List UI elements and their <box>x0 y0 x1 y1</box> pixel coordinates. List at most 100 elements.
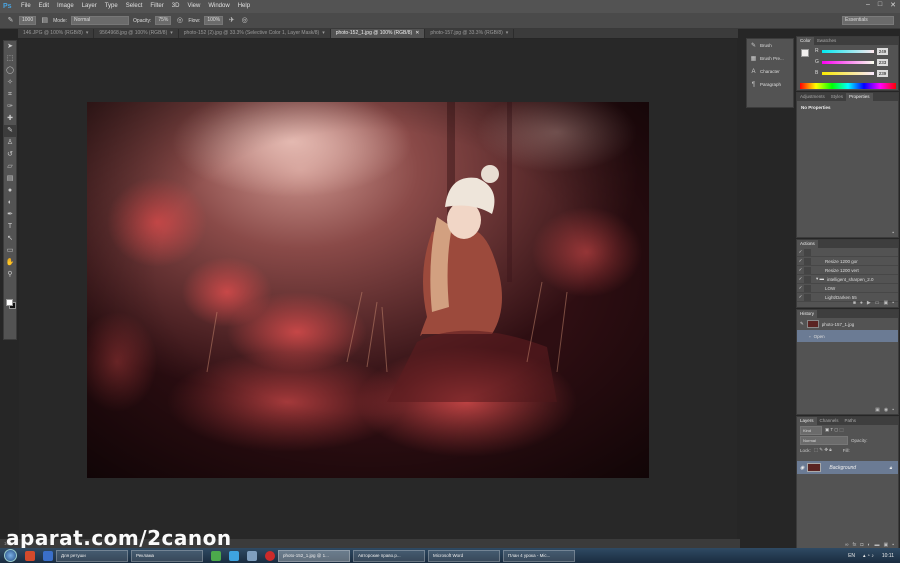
check-icon[interactable]: ✓ <box>797 267 804 273</box>
close-button[interactable]: ✕ <box>890 1 896 9</box>
color-spectrum[interactable] <box>800 83 896 89</box>
foreground-color-box[interactable] <box>801 49 809 57</box>
blend-mode-select[interactable]: Normal <box>800 435 848 445</box>
dialog-toggle[interactable] <box>804 275 811 283</box>
airbrush-icon[interactable]: ✈ <box>227 16 236 25</box>
history-brush-icon[interactable]: ✎ <box>800 321 804 327</box>
action-set-row[interactable]: ✓ ▾ ▬ intelligent_sharpen_2.0 <box>797 275 898 284</box>
canvas-area[interactable] <box>19 39 737 547</box>
new-set-icon[interactable]: ▭ <box>875 299 880 307</box>
record-icon[interactable]: ● <box>860 299 863 307</box>
menu-3d[interactable]: 3D <box>168 0 184 13</box>
stamp-tool-icon[interactable]: ♙ <box>4 137 16 149</box>
dodge-tool-icon[interactable]: ◐ <box>4 197 16 209</box>
tab-color[interactable]: Color <box>797 37 814 45</box>
taskbar-task[interactable]: Реклама <box>131 549 203 562</box>
shape-tool-icon[interactable]: ▭ <box>4 245 16 257</box>
close-tab-icon[interactable]: ▾ <box>170 30 173 36</box>
opacity-input[interactable]: 75% <box>155 16 172 25</box>
taskbar-task[interactable]: Авторские право.p... <box>353 549 425 562</box>
move-tool-icon[interactable]: ➤ <box>4 41 16 53</box>
eraser-tool-icon[interactable]: ▱ <box>4 161 16 173</box>
new-document-icon[interactable]: ▣ <box>875 406 880 414</box>
menu-filter[interactable]: Filter <box>146 0 167 13</box>
taskbar-task[interactable]: photo-152_1.jpg @ 1... <box>278 549 350 562</box>
tab-channels[interactable]: Channels <box>817 417 842 425</box>
brush-tool-icon[interactable]: ✎ <box>4 125 16 137</box>
channel-value[interactable]: 249 <box>877 47 888 55</box>
tray-icons[interactable]: ▴ ◔ ♪ <box>863 553 874 559</box>
flow-input[interactable]: 100% <box>204 16 224 25</box>
marquee-tool-icon[interactable]: ⬚ <box>4 53 16 65</box>
tab-actions[interactable]: Actions <box>797 240 818 248</box>
close-tab-icon[interactable]: ▾ <box>322 30 325 36</box>
browser-icon[interactable] <box>265 550 275 561</box>
brush-tool-icon[interactable]: ✎ <box>6 16 15 25</box>
blue-slider[interactable]: B 239 <box>815 69 888 77</box>
close-tab-icon[interactable]: ✕ <box>415 30 419 36</box>
workspace-select[interactable]: Essentials <box>842 16 894 25</box>
dialog-toggle[interactable] <box>804 248 811 256</box>
action-row[interactable]: ✓ Resize 1200 gor <box>797 257 898 266</box>
dock-brush[interactable]: ✎ Brush <box>747 39 793 52</box>
eye-icon[interactable]: ◉ <box>800 465 804 471</box>
app-icon[interactable] <box>211 550 221 561</box>
brush-panel-toggle-icon[interactable]: ▤ <box>40 16 49 25</box>
refresh-icon[interactable] <box>247 550 257 561</box>
menu-view[interactable]: View <box>183 0 204 13</box>
stop-icon[interactable]: ■ <box>853 299 856 307</box>
crop-tool-icon[interactable]: ⌗ <box>4 89 16 101</box>
pen-tool-icon[interactable]: ✒ <box>4 209 16 221</box>
maximize-button[interactable]: □ <box>878 1 882 9</box>
clock[interactable]: 10:11 <box>882 553 894 559</box>
mode-select[interactable]: Normal <box>71 16 130 25</box>
trash-icon[interactable]: ▪ <box>892 299 894 307</box>
menu-file[interactable]: File <box>17 0 35 13</box>
blur-tool-icon[interactable]: ● <box>4 185 16 197</box>
opacity-pressure-icon[interactable]: ◎ <box>175 16 184 25</box>
menu-help[interactable]: Help <box>234 0 254 13</box>
size-pressure-icon[interactable]: ◎ <box>240 16 249 25</box>
menu-layer[interactable]: Layer <box>78 0 101 13</box>
skype-icon[interactable] <box>229 550 239 561</box>
document-image[interactable] <box>87 102 649 478</box>
red-slider[interactable]: R 249 <box>815 47 888 55</box>
tab-document[interactable]: 9564968.jpg @ 100% (RGB/8) ▾ <box>94 29 179 38</box>
channel-value[interactable]: 239 <box>877 69 888 77</box>
menu-edit[interactable]: Edit <box>35 0 53 13</box>
tab-swatches[interactable]: Swatches <box>814 37 840 45</box>
gradient-tool-icon[interactable]: ▤ <box>4 173 16 185</box>
green-slider[interactable]: G 233 <box>815 58 888 66</box>
check-icon[interactable]: ✓ <box>797 285 804 291</box>
check-icon[interactable]: ✓ <box>797 276 804 282</box>
slider-track[interactable] <box>822 49 874 53</box>
tab-paths[interactable]: Paths <box>842 417 860 425</box>
action-row[interactable]: ✓ Resize 1200 vert <box>797 266 898 275</box>
history-brush-tool-icon[interactable]: ↺ <box>4 149 16 161</box>
eyedropper-tool-icon[interactable]: ✑ <box>4 101 16 113</box>
tab-styles[interactable]: Styles <box>828 93 846 101</box>
language-indicator[interactable]: EN <box>848 553 855 559</box>
lock-icons[interactable]: ⬚ ✎ ✥ 🔒︎ <box>814 447 832 453</box>
dock-brush-presets[interactable]: ▦ Brush Pre... <box>747 52 793 65</box>
tab-properties[interactable]: Properties <box>846 93 873 101</box>
tab-adjustments[interactable]: Adjustments <box>797 93 828 101</box>
hand-tool-icon[interactable]: ✋ <box>4 257 16 269</box>
menu-type[interactable]: Type <box>101 0 122 13</box>
brush-size-picker[interactable]: 1000 <box>19 16 37 25</box>
zoom-tool-icon[interactable]: ⚲ <box>4 269 16 281</box>
lasso-tool-icon[interactable]: ◯ <box>4 65 16 77</box>
opera-icon[interactable] <box>25 550 35 561</box>
layer-row-background[interactable]: ◉ Background 🔒︎ <box>797 461 898 474</box>
tab-layers[interactable]: Layers <box>797 417 817 425</box>
slider-track[interactable] <box>822 60 874 64</box>
dialog-toggle[interactable] <box>804 257 811 265</box>
action-row[interactable]: ✓ LOW <box>797 284 898 293</box>
check-icon[interactable]: ✓ <box>797 249 804 255</box>
path-select-tool-icon[interactable]: ↖ <box>4 233 16 245</box>
check-icon[interactable]: ✓ <box>797 258 804 264</box>
dialog-toggle[interactable] <box>804 284 811 292</box>
dock-character[interactable]: A Character <box>747 65 793 78</box>
channel-value[interactable]: 233 <box>877 58 888 66</box>
tab-history[interactable]: History <box>797 310 818 318</box>
